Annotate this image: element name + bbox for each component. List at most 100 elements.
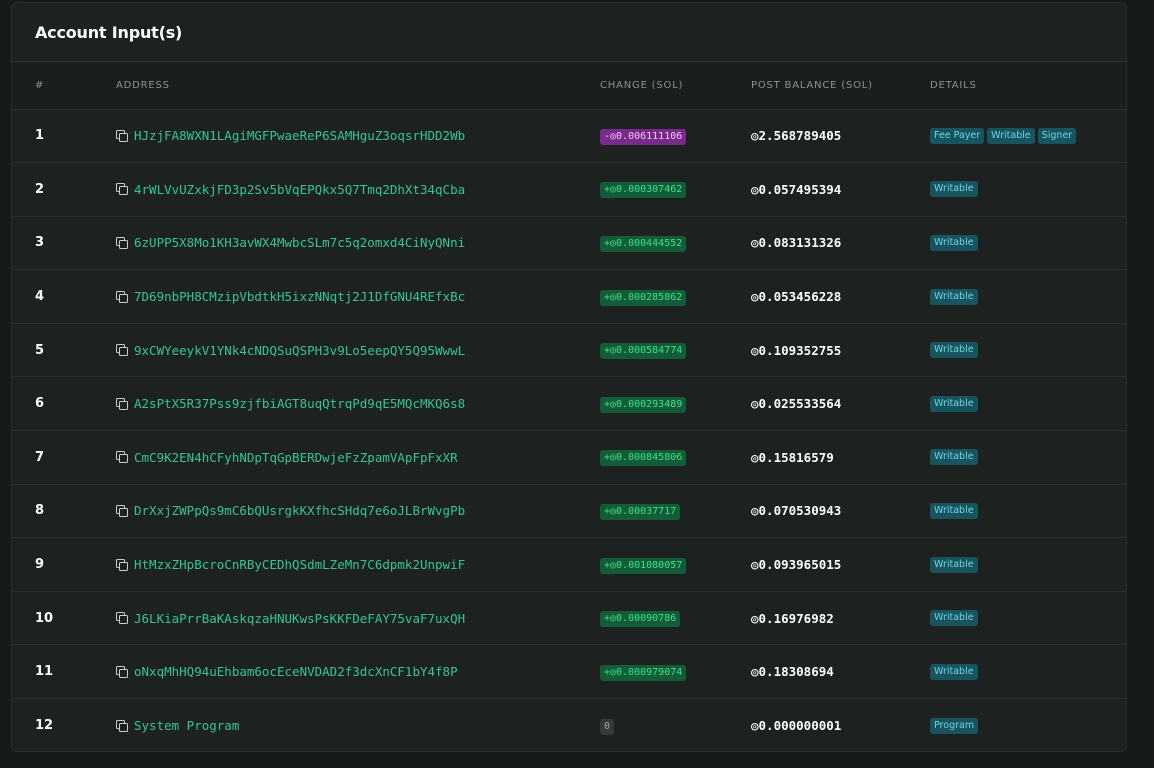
change-badge: +◎0.00037717 xyxy=(600,503,681,520)
column-header-address: Address xyxy=(116,79,170,91)
row-number: 7 xyxy=(35,449,45,465)
card-title: Account Input(s) xyxy=(35,22,183,42)
detail-badge: Writable xyxy=(930,663,978,680)
address-cell: 9xCWYeeykV1YNk4cNDQSuQSPH3v9Lo5eepQY5Q95… xyxy=(116,343,600,358)
details-badges: Writable xyxy=(930,234,1126,251)
detail-badge: Writable xyxy=(930,181,978,198)
details-badges: Writable xyxy=(930,288,1126,305)
copy-icon[interactable] xyxy=(116,344,128,357)
detail-badge: Writable xyxy=(930,610,978,627)
details-badges: Writable xyxy=(930,663,1126,680)
change-badge: +◎0.000845806 xyxy=(600,450,687,467)
address-link[interactable]: oNxqMhHQ94uEhbam6ocEceNVDAD2f3dcXnCF1bY4… xyxy=(134,664,458,679)
table-row: 9 HtMzxZHpBcroCnRByCEDhQSdmLZeMn7C6dpmk2… xyxy=(12,537,1126,592)
address-cell: 7D69nbPH8CMzipVbdtkH5ixzNNqtj2J1DfGNU4RE… xyxy=(116,289,600,304)
detail-badge: Writable xyxy=(930,395,978,412)
change-badge: +◎0.00090786 xyxy=(600,611,681,628)
address-link[interactable]: 9xCWYeeykV1YNk4cNDQSuQSPH3v9Lo5eepQY5Q95… xyxy=(134,343,465,358)
column-header-post-balance: Post Balance (SOL) xyxy=(751,79,873,91)
details-badges: Fee Payer Writable Signer xyxy=(930,127,1126,144)
table-row: 10 J6LKiaPrrBaKAskqzaHNUKwsPsKKFDeFAY75v… xyxy=(12,591,1126,645)
detail-badge: Program xyxy=(930,717,979,734)
detail-badge: Writable xyxy=(930,342,978,359)
address-link[interactable]: J6LKiaPrrBaKAskqzaHNUKwsPsKKFDeFAY75vaF7… xyxy=(134,611,465,626)
copy-icon[interactable] xyxy=(116,397,128,410)
table-header-row: # Address Change (SOL) Post Balance (SOL… xyxy=(12,62,1126,109)
post-balance: ◎2.568789405 xyxy=(751,128,842,144)
address-link[interactable]: HtMzxZHpBcroCnRByCEDhQSdmLZeMn7C6dpmk2Un… xyxy=(134,557,465,572)
column-header-number: # xyxy=(35,79,45,91)
address-link[interactable]: 4rWLVvUZxkjFD3p2Sv5bVqEPQkx5Q7Tmq2DhXt34… xyxy=(134,182,465,197)
address-link[interactable]: 6zUPP5X8Mo1KH3avWX4MwbcSLm7c5q2omxd4CiNy… xyxy=(134,235,465,250)
row-number: 9 xyxy=(35,557,45,573)
copy-icon[interactable] xyxy=(116,665,128,678)
details-badges: Writable xyxy=(930,342,1126,359)
detail-badge: Writable xyxy=(930,234,978,251)
detail-badge: Writable xyxy=(987,127,1035,144)
column-header-details: Details xyxy=(930,79,977,91)
address-link[interactable]: HJzjFA8WXN1LAgiMGFPwaeReP6SAMHguZ3oqsrHD… xyxy=(134,128,465,143)
account-inputs-table: # Address Change (SOL) Post Balance (SOL… xyxy=(12,62,1126,751)
account-inputs-card: Account Input(s) # Address Change (SOL) … xyxy=(11,2,1127,752)
copy-icon[interactable] xyxy=(116,719,128,732)
copy-icon[interactable] xyxy=(116,451,128,464)
post-balance: ◎0.057495394 xyxy=(751,181,842,197)
detail-badge: Fee Payer xyxy=(930,127,985,144)
address-link[interactable]: DrXxjZWPpQs9mC6bQUsrgkKXfhcSHdq7e6oJLBrW… xyxy=(134,503,465,518)
address-link[interactable]: 7D69nbPH8CMzipVbdtkH5ixzNNqtj2J1DfGNU4RE… xyxy=(134,289,465,304)
copy-icon[interactable] xyxy=(116,612,128,625)
table-row: 2 4rWLVvUZxkjFD3p2Sv5bVqEPQkx5Q7Tmq2DhXt… xyxy=(12,162,1126,217)
column-header-change: Change (SOL) xyxy=(600,79,684,91)
card-header: Account Input(s) xyxy=(12,3,1126,62)
details-badges: Writable xyxy=(930,502,1126,519)
change-badge: +◎0.000285862 xyxy=(600,289,687,306)
post-balance: ◎0.109352755 xyxy=(751,342,842,358)
address-link[interactable]: A2sPtX5R37Pss9zjfbiAGT8uqQtrqPd9qE5MQcMK… xyxy=(134,396,465,411)
address-cell: CmC9K2EN4hCFyhNDpTqGpBERDwjeFzZpamVApFpF… xyxy=(116,450,600,465)
table-row: 6 A2sPtX5R37Pss9zjfbiAGT8uqQtrqPd9qE5MQc… xyxy=(12,376,1126,431)
table-row: 7 CmC9K2EN4hCFyhNDpTqGpBERDwjeFzZpamVApF… xyxy=(12,430,1126,485)
details-badges: Program xyxy=(930,717,1126,734)
table-row: 8 DrXxjZWPpQs9mC6bQUsrgkKXfhcSHdq7e6oJLB… xyxy=(12,484,1126,538)
row-number: 4 xyxy=(35,289,45,305)
copy-icon[interactable] xyxy=(116,290,128,303)
row-number: 5 xyxy=(35,342,45,358)
detail-badge: Writable xyxy=(930,449,978,466)
row-number: 3 xyxy=(35,235,45,251)
post-balance: ◎0.025533564 xyxy=(751,396,842,412)
table-row: 1 HJzjFA8WXN1LAgiMGFPwaeReP6SAMHguZ3oqsr… xyxy=(12,109,1126,163)
post-balance: ◎0.070530943 xyxy=(751,503,842,519)
detail-badge: Writable xyxy=(930,288,978,305)
copy-icon[interactable] xyxy=(116,236,128,249)
address-cell: J6LKiaPrrBaKAskqzaHNUKwsPsKKFDeFAY75vaF7… xyxy=(116,611,600,626)
post-balance: ◎0.000000001 xyxy=(751,718,842,734)
post-balance: ◎0.093965015 xyxy=(751,557,842,573)
row-number: 10 xyxy=(35,610,54,626)
post-balance: ◎0.15816579 xyxy=(751,449,834,465)
copy-icon[interactable] xyxy=(116,504,128,517)
details-badges: Writable xyxy=(930,181,1126,198)
details-badges: Writable xyxy=(930,449,1126,466)
table-row: 4 7D69nbPH8CMzipVbdtkH5ixzNNqtj2J1DfGNU4… xyxy=(12,269,1126,324)
copy-icon[interactable] xyxy=(116,129,128,142)
details-badges: Writable xyxy=(930,556,1126,573)
post-balance: ◎0.053456228 xyxy=(751,289,842,305)
address-cell: HtMzxZHpBcroCnRByCEDhQSdmLZeMn7C6dpmk2Un… xyxy=(116,557,600,572)
details-badges: Writable xyxy=(930,395,1126,412)
address-link[interactable]: System Program xyxy=(134,718,239,733)
row-number: 8 xyxy=(35,503,45,519)
detail-badge: Writable xyxy=(930,502,978,519)
address-cell: 6zUPP5X8Mo1KH3avWX4MwbcSLm7c5q2omxd4CiNy… xyxy=(116,235,600,250)
address-cell: HJzjFA8WXN1LAgiMGFPwaeReP6SAMHguZ3oqsrHD… xyxy=(116,128,600,143)
address-cell: A2sPtX5R37Pss9zjfbiAGT8uqQtrqPd9qE5MQcMK… xyxy=(116,396,600,411)
copy-icon[interactable] xyxy=(116,558,128,571)
row-number: 11 xyxy=(35,664,54,680)
table-row: 5 9xCWYeeykV1YNk4cNDQSuQSPH3v9Lo5eepQY5Q… xyxy=(12,323,1126,377)
change-badge: +◎0.000293489 xyxy=(600,396,687,413)
address-link[interactable]: CmC9K2EN4hCFyhNDpTqGpBERDwjeFzZpamVApFpF… xyxy=(134,450,458,465)
detail-badge: Signer xyxy=(1037,127,1077,144)
copy-icon[interactable] xyxy=(116,183,128,196)
table-row: 11 oNxqMhHQ94uEhbam6ocEceNVDAD2f3dcXnCF1… xyxy=(12,644,1126,699)
table-row: 12 System Program 0 ◎0.000000001 Program xyxy=(12,698,1126,751)
change-badge: +◎0.000584774 xyxy=(600,343,687,360)
